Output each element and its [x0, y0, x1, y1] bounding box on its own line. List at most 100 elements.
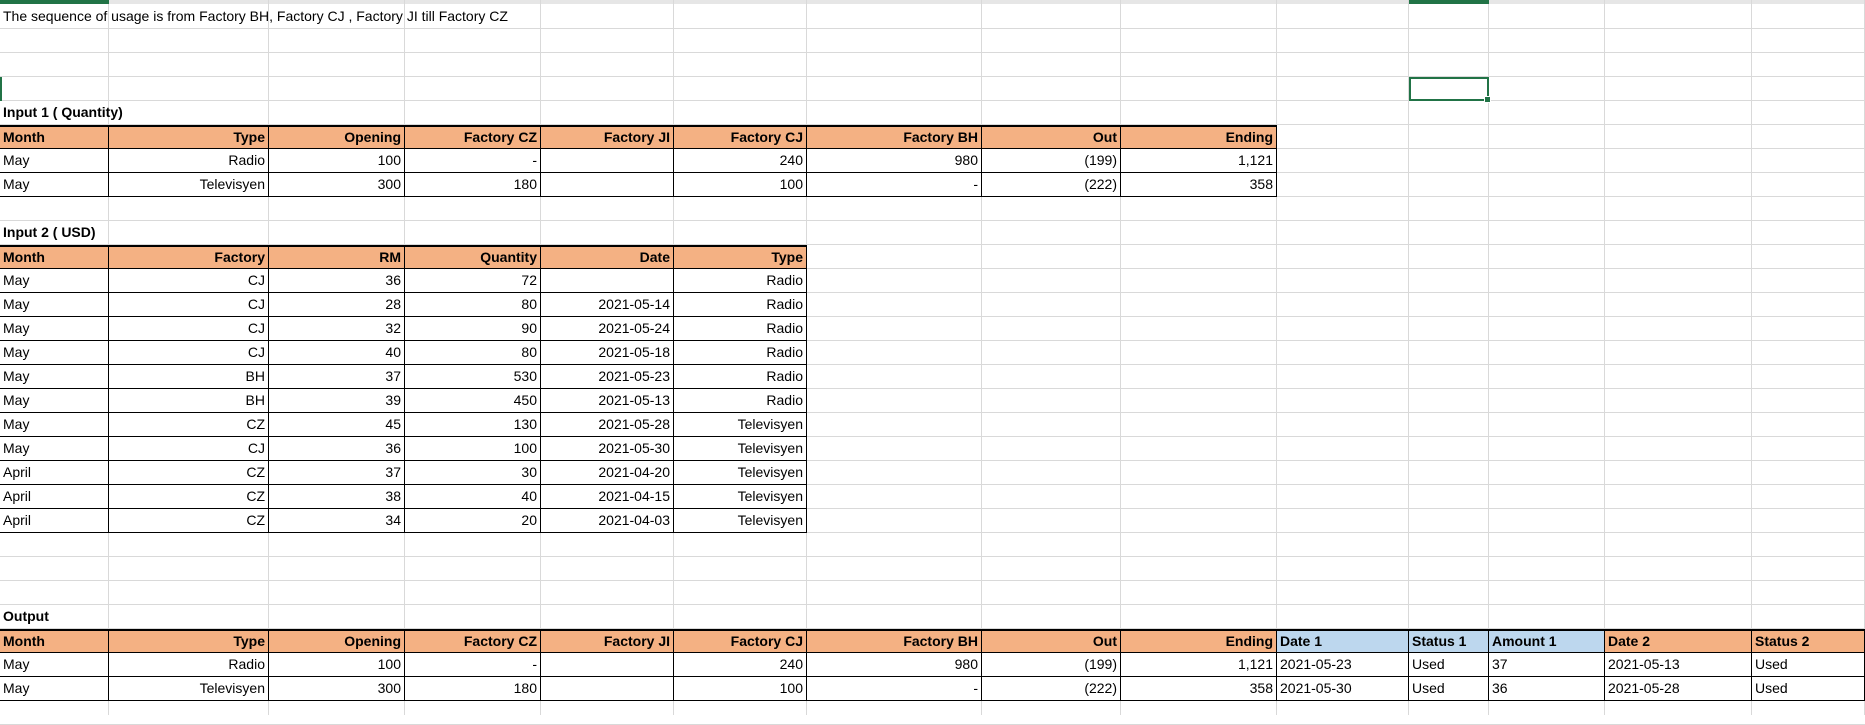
input2-data-cell[interactable]: 72: [405, 269, 541, 293]
intro-note[interactable]: The sequence of usage is from Factory BH…: [0, 5, 511, 29]
output-header-cell[interactable]: Date 2: [1605, 629, 1752, 653]
input2-data-cell[interactable]: Radio: [674, 365, 807, 389]
output-header-cell[interactable]: Factory CJ: [674, 629, 807, 653]
input1-header-cell[interactable]: Factory BH: [807, 125, 982, 149]
input1-data-cell[interactable]: May: [0, 149, 109, 173]
output-data-cell[interactable]: (222): [982, 677, 1121, 701]
output-data-cell[interactable]: 180: [405, 677, 541, 701]
input2-data-cell[interactable]: Radio: [674, 341, 807, 365]
input2-title[interactable]: Input 2 ( USD): [0, 221, 109, 245]
input2-data-cell[interactable]: May: [0, 365, 109, 389]
output-header-cell[interactable]: Ending: [1121, 629, 1277, 653]
input2-data-cell[interactable]: 2021-05-18: [541, 341, 674, 365]
output-data-cell[interactable]: 2021-05-13: [1605, 653, 1752, 677]
output-header-cell[interactable]: Date 1: [1277, 629, 1409, 653]
input2-data-cell[interactable]: Televisyen: [674, 437, 807, 461]
input2-data-cell[interactable]: May: [0, 317, 109, 341]
input2-data-cell[interactable]: 2021-05-24: [541, 317, 674, 341]
output-header-cell[interactable]: Factory JI: [541, 629, 674, 653]
output-header-cell[interactable]: Type: [109, 629, 269, 653]
input2-data-cell[interactable]: 38: [269, 485, 405, 509]
output-data-cell[interactable]: -: [807, 677, 982, 701]
input2-data-cell[interactable]: May: [0, 269, 109, 293]
input1-data-cell[interactable]: 180: [405, 173, 541, 197]
input2-data-cell[interactable]: May: [0, 413, 109, 437]
output-data-cell[interactable]: 980: [807, 653, 982, 677]
input2-data-cell[interactable]: 80: [405, 293, 541, 317]
output-data-cell[interactable]: Used: [1409, 677, 1489, 701]
spreadsheet-grid[interactable]: Input 1 ( Quantity) Month Type Opening Facto…: [0, 0, 1865, 725]
input2-data-cell[interactable]: Televisyen: [674, 485, 807, 509]
input2-data-cell[interactable]: CJ: [109, 341, 269, 365]
output-data-cell[interactable]: 100: [269, 653, 405, 677]
input2-header-cell[interactable]: Month: [0, 245, 109, 269]
input2-data-cell[interactable]: 2021-04-20: [541, 461, 674, 485]
output-data-cell[interactable]: May: [0, 653, 109, 677]
input2-data-cell[interactable]: 2021-05-23: [541, 365, 674, 389]
output-data-cell[interactable]: -: [405, 653, 541, 677]
input2-data-cell[interactable]: 2021-04-15: [541, 485, 674, 509]
input2-header-cell[interactable]: RM: [269, 245, 405, 269]
input1-data-cell[interactable]: [541, 149, 674, 173]
output-header-cell[interactable]: Factory BH: [807, 629, 982, 653]
output-data-cell[interactable]: [541, 653, 674, 677]
input2-data-cell[interactable]: May: [0, 437, 109, 461]
input1-data-cell[interactable]: (222): [982, 173, 1121, 197]
output-data-cell[interactable]: 2021-05-23: [1277, 653, 1409, 677]
input2-data-cell[interactable]: April: [0, 485, 109, 509]
input1-header-cell[interactable]: Factory JI: [541, 125, 674, 149]
input2-data-cell[interactable]: 37: [269, 461, 405, 485]
input1-data-cell[interactable]: 300: [269, 173, 405, 197]
output-data-cell[interactable]: Used: [1752, 677, 1865, 701]
input1-data-cell[interactable]: [541, 173, 674, 197]
output-header-cell[interactable]: Amount 1: [1489, 629, 1605, 653]
input2-data-cell[interactable]: 45: [269, 413, 405, 437]
input2-data-cell[interactable]: Radio: [674, 269, 807, 293]
input2-data-cell[interactable]: Radio: [674, 293, 807, 317]
input2-data-cell[interactable]: 90: [405, 317, 541, 341]
output-data-cell[interactable]: 358: [1121, 677, 1277, 701]
input2-data-cell[interactable]: CJ: [109, 293, 269, 317]
input2-data-cell[interactable]: 100: [405, 437, 541, 461]
input2-data-cell[interactable]: CZ: [109, 509, 269, 533]
input2-data-cell[interactable]: 2021-05-13: [541, 389, 674, 413]
input2-data-cell[interactable]: 30: [405, 461, 541, 485]
input2-data-cell[interactable]: April: [0, 461, 109, 485]
input2-data-cell[interactable]: 80: [405, 341, 541, 365]
input1-data-cell[interactable]: 1,121: [1121, 149, 1277, 173]
input2-data-cell[interactable]: 40: [269, 341, 405, 365]
input2-data-cell[interactable]: Radio: [674, 389, 807, 413]
input2-data-cell[interactable]: BH: [109, 389, 269, 413]
input2-data-cell[interactable]: May: [0, 293, 109, 317]
output-header-cell[interactable]: Status 2: [1752, 629, 1865, 653]
input1-header-cell[interactable]: Factory CJ: [674, 125, 807, 149]
input2-data-cell[interactable]: Televisyen: [674, 461, 807, 485]
input2-header-cell[interactable]: Factory: [109, 245, 269, 269]
input2-data-cell[interactable]: CJ: [109, 317, 269, 341]
input1-data-cell[interactable]: May: [0, 173, 109, 197]
output-data-cell[interactable]: 300: [269, 677, 405, 701]
output-header-cell[interactable]: Opening: [269, 629, 405, 653]
input2-data-cell[interactable]: 2021-04-03: [541, 509, 674, 533]
output-data-cell[interactable]: 36: [1489, 677, 1605, 701]
output-data-cell[interactable]: Used: [1752, 653, 1865, 677]
output-header-cell[interactable]: Status 1: [1409, 629, 1489, 653]
input2-data-cell[interactable]: [541, 269, 674, 293]
input2-data-cell[interactable]: Televisyen: [674, 413, 807, 437]
input2-data-cell[interactable]: 36: [269, 269, 405, 293]
input2-data-cell[interactable]: 40: [405, 485, 541, 509]
input1-data-cell[interactable]: -: [405, 149, 541, 173]
input1-header-cell[interactable]: Out: [982, 125, 1121, 149]
input2-data-cell[interactable]: CJ: [109, 269, 269, 293]
input2-data-cell[interactable]: 2021-05-14: [541, 293, 674, 317]
input2-header-cell[interactable]: Type: [674, 245, 807, 269]
input2-data-cell[interactable]: 2021-05-28: [541, 413, 674, 437]
output-data-cell[interactable]: 100: [674, 677, 807, 701]
output-data-cell[interactable]: Radio: [109, 653, 269, 677]
output-data-cell[interactable]: 2021-05-28: [1605, 677, 1752, 701]
input2-data-cell[interactable]: CZ: [109, 413, 269, 437]
input1-header-cell[interactable]: Factory CZ: [405, 125, 541, 149]
input2-data-cell[interactable]: 28: [269, 293, 405, 317]
input2-data-cell[interactable]: Radio: [674, 317, 807, 341]
input2-header-cell[interactable]: Quantity: [405, 245, 541, 269]
